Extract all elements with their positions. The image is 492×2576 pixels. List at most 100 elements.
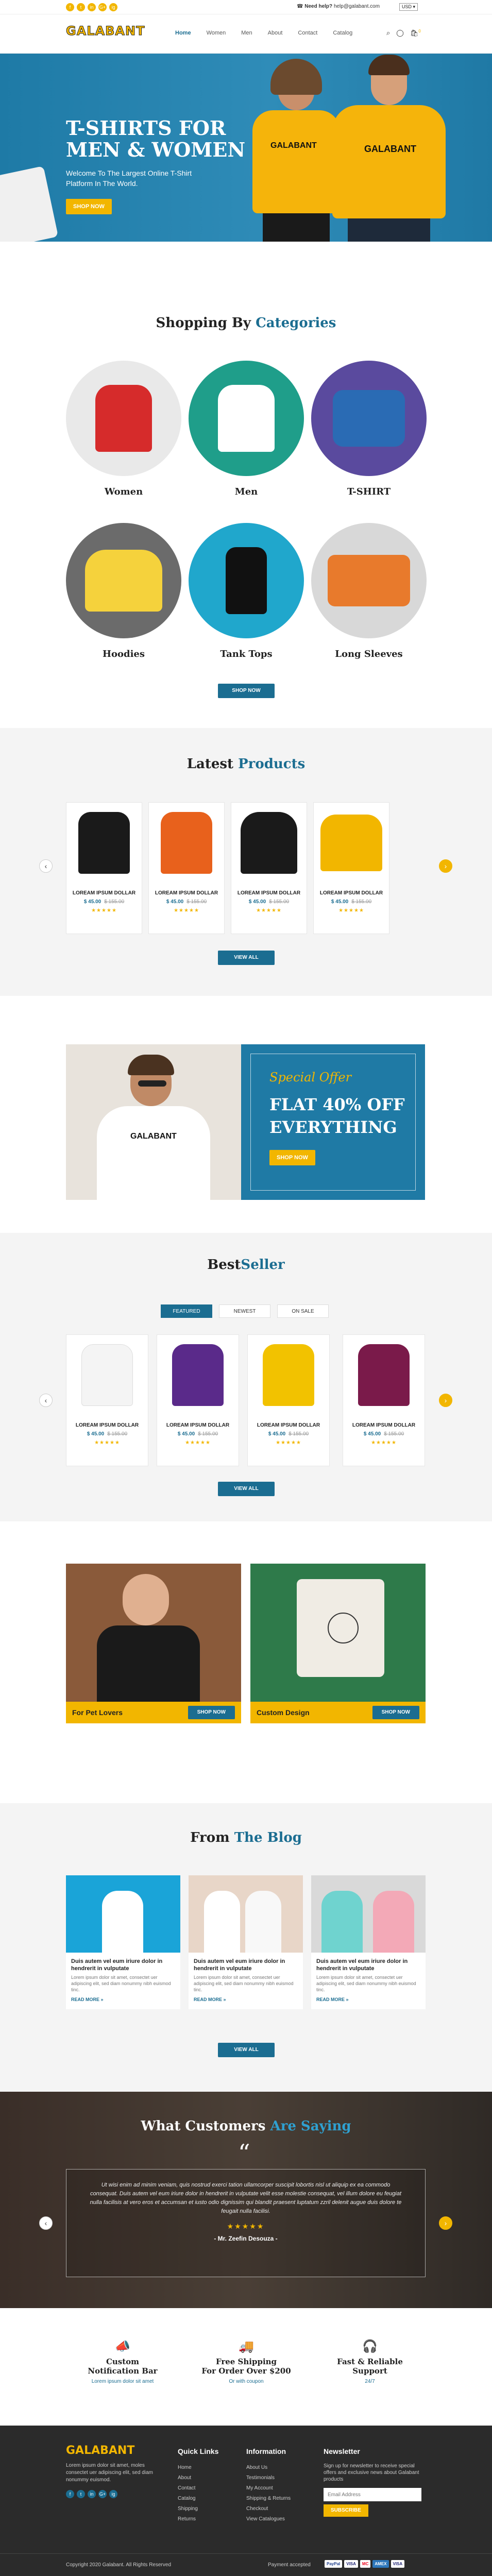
product-card[interactable]: LOREAM IPSUM DOLLAR $ 45.00 $ 155.00 ★★★★…: [66, 802, 142, 934]
linkedin-icon[interactable]: in: [88, 3, 96, 11]
google-plus-icon[interactable]: G+: [98, 2490, 107, 2498]
blog-post[interactable]: Duis autem vel eum iriure dolor in hendr…: [189, 1875, 303, 2009]
product-card[interactable]: LOREAM IPSUM DOLLAR $ 45.00 $ 155.00 ★★★★…: [247, 1334, 330, 1466]
hero-shop-now-button[interactable]: SHOP NOW: [66, 199, 112, 214]
twitter-icon[interactable]: t: [77, 3, 85, 11]
footer-link[interactable]: View Catalogues: [246, 2514, 291, 2524]
footer-news-title: Newsletter: [324, 2447, 360, 2455]
linkedin-icon[interactable]: in: [88, 2490, 96, 2498]
category-label: Tank Tops: [220, 649, 273, 659]
footer-logo[interactable]: GALABANT: [66, 2444, 154, 2457]
hero-title-line2: MEN & WOMEN: [66, 138, 246, 161]
cart-icon[interactable]: 🛍0: [410, 29, 421, 37]
testimonial-title-a: What Customers: [141, 2119, 266, 2134]
product-card[interactable]: LOREAM IPSUM DOLLAR $ 45.00 $ 155.00 ★★★★…: [231, 802, 307, 934]
google-plus-icon[interactable]: G+: [98, 3, 107, 11]
promo-shop-now-button[interactable]: SHOP NOW: [372, 1706, 419, 1719]
footer-link[interactable]: Shipping & Returns: [246, 2494, 291, 2504]
read-more-link[interactable]: READ MORE »: [66, 1993, 180, 2006]
tab-featured[interactable]: FEATURED: [161, 1304, 212, 1318]
instagram-icon[interactable]: ig: [109, 2490, 117, 2498]
price-current: $ 45.00: [331, 899, 349, 905]
promo-shop-now-button[interactable]: SHOP NOW: [188, 1706, 235, 1719]
blog-post[interactable]: Duis autem vel eum iriure dolor in hendr…: [66, 1875, 180, 2009]
product-card[interactable]: LOREAM IPSUM DOLLAR $ 45.00 $ 155.00 ★★★★…: [313, 802, 389, 934]
category-long-sleeves[interactable]: Long Sleeves: [311, 523, 427, 659]
product-name: LOREAM IPSUM DOLLAR: [75, 1422, 139, 1428]
read-more-link[interactable]: READ MORE »: [311, 1993, 426, 2006]
promo-custom-design[interactable]: Custom Design SHOP NOW: [250, 1564, 426, 1723]
category-tshirt[interactable]: T-SHIRT: [311, 361, 427, 497]
footer-link[interactable]: Checkout: [246, 2504, 291, 2514]
testimonial-title-b: Are Saying: [270, 2119, 351, 2134]
menu-contact[interactable]: Contact: [298, 30, 317, 36]
footer-link[interactable]: Home: [178, 2463, 218, 2473]
menu-men[interactable]: Men: [241, 30, 252, 36]
bestseller-next-arrow[interactable]: ›: [439, 1394, 452, 1407]
footer-link[interactable]: About: [178, 2473, 218, 2483]
feature-sub: Lorem ipsum dolor sit amet: [91, 2379, 154, 2384]
offer-shop-now-button[interactable]: SHOP NOW: [269, 1150, 315, 1165]
menu-about[interactable]: About: [268, 30, 283, 36]
rating-stars: ★★★★★: [338, 908, 364, 913]
promo-pet-lovers[interactable]: For Pet Lovers SHOP NOW: [66, 1564, 241, 1723]
footer-link[interactable]: Testimonials: [246, 2473, 291, 2483]
blog-view-all-button[interactable]: VIEW ALL: [218, 2043, 275, 2057]
category-women[interactable]: Women: [66, 361, 181, 497]
product-name: LOREAM IPSUM DOLLAR: [155, 890, 218, 896]
tab-on-sale[interactable]: ON SALE: [277, 1304, 329, 1318]
site-logo[interactable]: GALABANT: [65, 24, 145, 39]
blog-title-b: The Blog: [234, 1830, 302, 1845]
product-card[interactable]: LOREAM IPSUM DOLLAR $ 45.00 $ 155.00 ★★★★…: [148, 802, 225, 934]
product-name: LOREAM IPSUM DOLLAR: [319, 890, 383, 896]
product-card[interactable]: LOREAM IPSUM DOLLAR $ 45.00 $ 155.00 ★★★★…: [343, 1334, 425, 1466]
testimonial-next-arrow[interactable]: ›: [439, 2216, 452, 2230]
read-more-link[interactable]: READ MORE »: [189, 1993, 303, 2006]
visa-icon: VISA: [344, 2560, 358, 2568]
help-email[interactable]: help@galabant.com: [334, 4, 380, 9]
menu-women[interactable]: Women: [207, 30, 226, 36]
footer-link[interactable]: Contact: [178, 2483, 218, 2494]
product-card[interactable]: LOREAM IPSUM DOLLAR $ 45.00 $ 155.00 ★★★★…: [66, 1334, 148, 1466]
subscribe-button[interactable]: SUBSCRIBE: [324, 2504, 368, 2517]
bestseller-view-all-button[interactable]: VIEW ALL: [218, 1482, 275, 1496]
menu-catalog[interactable]: Catalog: [333, 30, 352, 36]
facebook-icon[interactable]: f: [66, 3, 74, 11]
category-men[interactable]: Men: [189, 361, 304, 497]
facebook-icon[interactable]: f: [66, 2490, 74, 2498]
latest-prev-arrow[interactable]: ‹: [39, 859, 53, 873]
category-hoodies[interactable]: Hoodies: [66, 523, 181, 659]
newsletter-email-input[interactable]: [324, 2488, 421, 2501]
user-icon[interactable]: ◯: [396, 29, 404, 37]
footer-link[interactable]: Catalog: [178, 2494, 218, 2504]
top-bar: f t in G+ ig ☎ Need help? help@galabant.…: [0, 0, 492, 14]
blog-post[interactable]: Duis autem vel eum iriure dolor in hendr…: [311, 1875, 426, 2009]
footer-link[interactable]: Returns: [178, 2514, 218, 2524]
tshirt-icon: [218, 385, 275, 452]
categories-shop-now-button[interactable]: SHOP NOW: [218, 684, 275, 698]
need-help: ☎ Need help? help@galabant.com: [297, 4, 380, 9]
instagram-icon[interactable]: ig: [109, 3, 117, 11]
product-card[interactable]: LOREAM IPSUM DOLLAR $ 45.00 $ 155.00 ★★★★…: [157, 1334, 239, 1466]
footer-info-title: Information: [246, 2447, 286, 2455]
rating-stars: ★★★★★: [91, 908, 117, 913]
twitter-icon[interactable]: t: [77, 2490, 85, 2498]
product-image: [66, 1335, 148, 1415]
tab-newest[interactable]: NEWEST: [219, 1304, 270, 1318]
currency-select[interactable]: USD ▾: [399, 3, 418, 11]
footer-link[interactable]: Shipping: [178, 2504, 218, 2514]
latest-next-arrow[interactable]: ›: [439, 859, 452, 873]
blog-post-title: Duis autem vel eum iriure dolor in hendr…: [194, 1958, 285, 1972]
tshirt-icon: [78, 812, 130, 874]
footer-link[interactable]: My Account: [246, 2483, 291, 2494]
search-icon[interactable]: ⌕: [386, 29, 390, 37]
hero-title: T-SHIRTS FOR MEN & WOMEN: [66, 117, 245, 161]
menu-home[interactable]: Home: [175, 30, 191, 36]
latest-view-all-button[interactable]: VIEW ALL: [218, 951, 275, 965]
testimonial-prev-arrow[interactable]: ‹: [39, 2216, 53, 2230]
hero-shirt-print-1: GALABANT: [270, 141, 317, 150]
visa-icon: VISA: [391, 2560, 405, 2568]
category-tank-tops[interactable]: Tank Tops: [189, 523, 304, 659]
bestseller-prev-arrow[interactable]: ‹: [39, 1394, 53, 1407]
footer-link[interactable]: About Us: [246, 2463, 291, 2473]
